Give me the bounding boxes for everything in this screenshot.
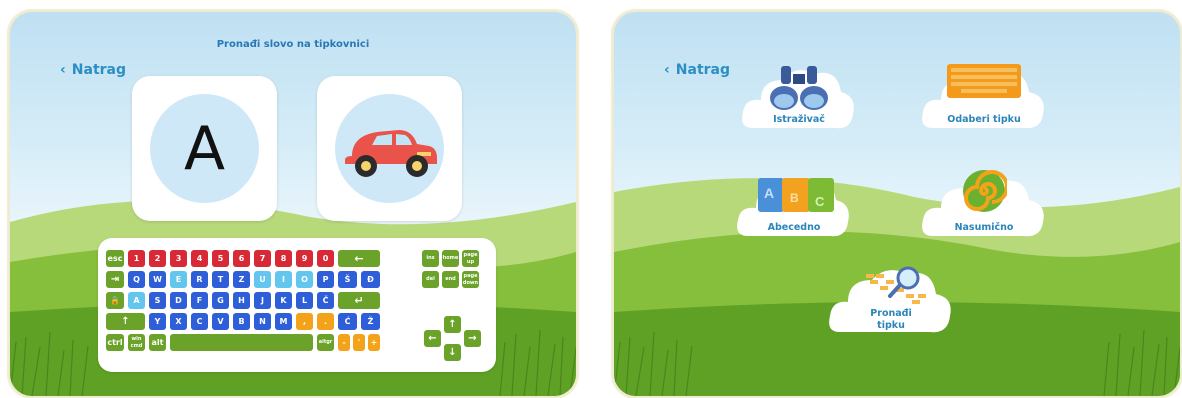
key-h[interactable]: H <box>233 292 250 309</box>
key-t[interactable]: T <box>212 271 229 288</box>
key-v[interactable]: V <box>212 313 229 330</box>
key-del[interactable]: del <box>422 271 439 288</box>
key-7[interactable]: 7 <box>254 250 271 267</box>
key-l[interactable]: L <box>296 292 313 309</box>
key-space[interactable] <box>170 334 313 351</box>
key-e[interactable]: E <box>170 271 187 288</box>
key-comma[interactable]: , <box>296 313 313 330</box>
key-win-cmd[interactable]: win cmd <box>128 334 145 351</box>
key-ctrl[interactable]: ctrl <box>106 334 124 351</box>
key-page-up[interactable]: page up <box>462 250 479 267</box>
spiral-icon <box>963 170 1007 212</box>
key-s-caron[interactable]: Š <box>338 271 357 288</box>
key-2[interactable]: 2 <box>149 250 166 267</box>
key-apostrophe[interactable]: ' <box>353 334 365 351</box>
key-3[interactable]: 3 <box>170 250 187 267</box>
key-m[interactable]: M <box>275 313 292 330</box>
key-4[interactable]: 4 <box>191 250 208 267</box>
menu-item-abecedno[interactable]: A B C Abecedno <box>734 162 854 252</box>
key-plus[interactable]: + <box>368 334 380 351</box>
key-8[interactable]: 8 <box>275 250 292 267</box>
svg-text:C: C <box>815 194 825 209</box>
target-letter: A <box>183 113 226 184</box>
key-p[interactable]: P <box>317 271 334 288</box>
back-button[interactable]: ‹ Natrag <box>664 62 730 78</box>
key-i[interactable]: I <box>275 271 292 288</box>
key-home[interactable]: home <box>442 250 459 267</box>
menu-item-label: Pronađi tipku <box>870 308 912 331</box>
on-screen-keyboard: esc 1 2 3 4 5 6 7 8 9 0 ← ⇥ Q W E R T Z … <box>98 238 496 372</box>
key-n[interactable]: N <box>254 313 271 330</box>
svg-text:B: B <box>790 191 799 205</box>
key-c-caron[interactable]: Č <box>317 292 334 309</box>
key-caps-lock[interactable]: 🔒 <box>106 292 124 309</box>
key-altgr[interactable]: altgr <box>317 334 334 351</box>
key-j[interactable]: J <box>254 292 271 309</box>
key-c-acute[interactable]: Ć <box>338 313 357 330</box>
key-q[interactable]: Q <box>128 271 145 288</box>
keyboard-icon <box>947 64 1021 98</box>
key-d-stroke[interactable]: Đ <box>361 271 380 288</box>
key-f[interactable]: F <box>191 292 208 309</box>
puzzle-icon: A B C <box>758 178 834 212</box>
key-s[interactable]: S <box>149 292 166 309</box>
key-k[interactable]: K <box>275 292 292 309</box>
key-g[interactable]: G <box>212 292 229 309</box>
key-z[interactable]: Z <box>233 271 250 288</box>
menu-item-label: Odaberi tipku <box>947 114 1021 125</box>
game-menu-screen: ‹ Natrag Istraživač Odaberi tipku A B C … <box>614 12 1180 396</box>
key-alt[interactable]: alt <box>149 334 166 351</box>
key-arrow-up[interactable]: ↑ <box>444 316 461 333</box>
menu-item-label: Istraživač <box>773 114 825 125</box>
key-period[interactable]: . <box>317 313 334 330</box>
key-arrow-left[interactable]: ← <box>424 330 441 347</box>
key-arrow-down[interactable]: ↓ <box>444 344 461 361</box>
binoculars-icon <box>770 66 828 110</box>
key-arrow-right[interactable]: → <box>464 330 481 347</box>
car-icon <box>345 130 437 177</box>
key-w[interactable]: W <box>149 271 166 288</box>
key-enter[interactable]: ↵ <box>338 292 380 309</box>
key-d[interactable]: D <box>170 292 187 309</box>
chevron-left-icon: ‹ <box>664 62 670 78</box>
key-ins[interactable]: ins <box>422 250 439 267</box>
menu-item-label: Nasumično <box>954 222 1014 233</box>
key-1[interactable]: 1 <box>128 250 145 267</box>
key-b[interactable]: B <box>233 313 250 330</box>
svg-text:A: A <box>764 185 774 201</box>
key-y[interactable]: Y <box>149 313 166 330</box>
key-x[interactable]: X <box>170 313 187 330</box>
key-minus[interactable]: - <box>338 334 350 351</box>
menu-item-istrazivac[interactable]: Istraživač <box>739 50 859 146</box>
key-shift[interactable]: ↑ <box>106 313 145 330</box>
key-tab[interactable]: ⇥ <box>106 271 124 288</box>
key-5[interactable]: 5 <box>212 250 229 267</box>
key-c[interactable]: C <box>191 313 208 330</box>
picture-card <box>317 76 462 221</box>
menu-item-odaberi-tipku[interactable]: Odaberi tipku <box>919 50 1049 146</box>
key-esc[interactable]: esc <box>106 250 124 267</box>
letter-card: A <box>132 76 277 221</box>
find-letter-screen: ‹ Natrag Pronađi slovo na tipkovnici A es… <box>10 12 576 396</box>
menu-item-pronadi-tipku[interactable]: Pronađi tipku <box>826 248 956 348</box>
key-a[interactable]: A <box>128 292 145 309</box>
menu-item-nasumicno[interactable]: Nasumično <box>919 162 1049 252</box>
key-0[interactable]: 0 <box>317 250 334 267</box>
menu-item-label: Abecedno <box>767 222 821 233</box>
page-title: Pronađi slovo na tipkovnici <box>216 39 370 50</box>
key-9[interactable]: 9 <box>296 250 313 267</box>
key-u[interactable]: U <box>254 271 271 288</box>
chevron-left-icon: ‹ <box>60 62 66 78</box>
key-end[interactable]: end <box>442 271 459 288</box>
key-backspace[interactable]: ← <box>338 250 380 267</box>
key-page-down[interactable]: page down <box>462 271 479 288</box>
back-button[interactable]: ‹ Natrag <box>60 62 126 78</box>
magnifier-icon <box>866 266 926 304</box>
key-z-caron[interactable]: Ž <box>361 313 380 330</box>
key-r[interactable]: R <box>191 271 208 288</box>
key-o[interactable]: O <box>296 271 313 288</box>
key-6[interactable]: 6 <box>233 250 250 267</box>
